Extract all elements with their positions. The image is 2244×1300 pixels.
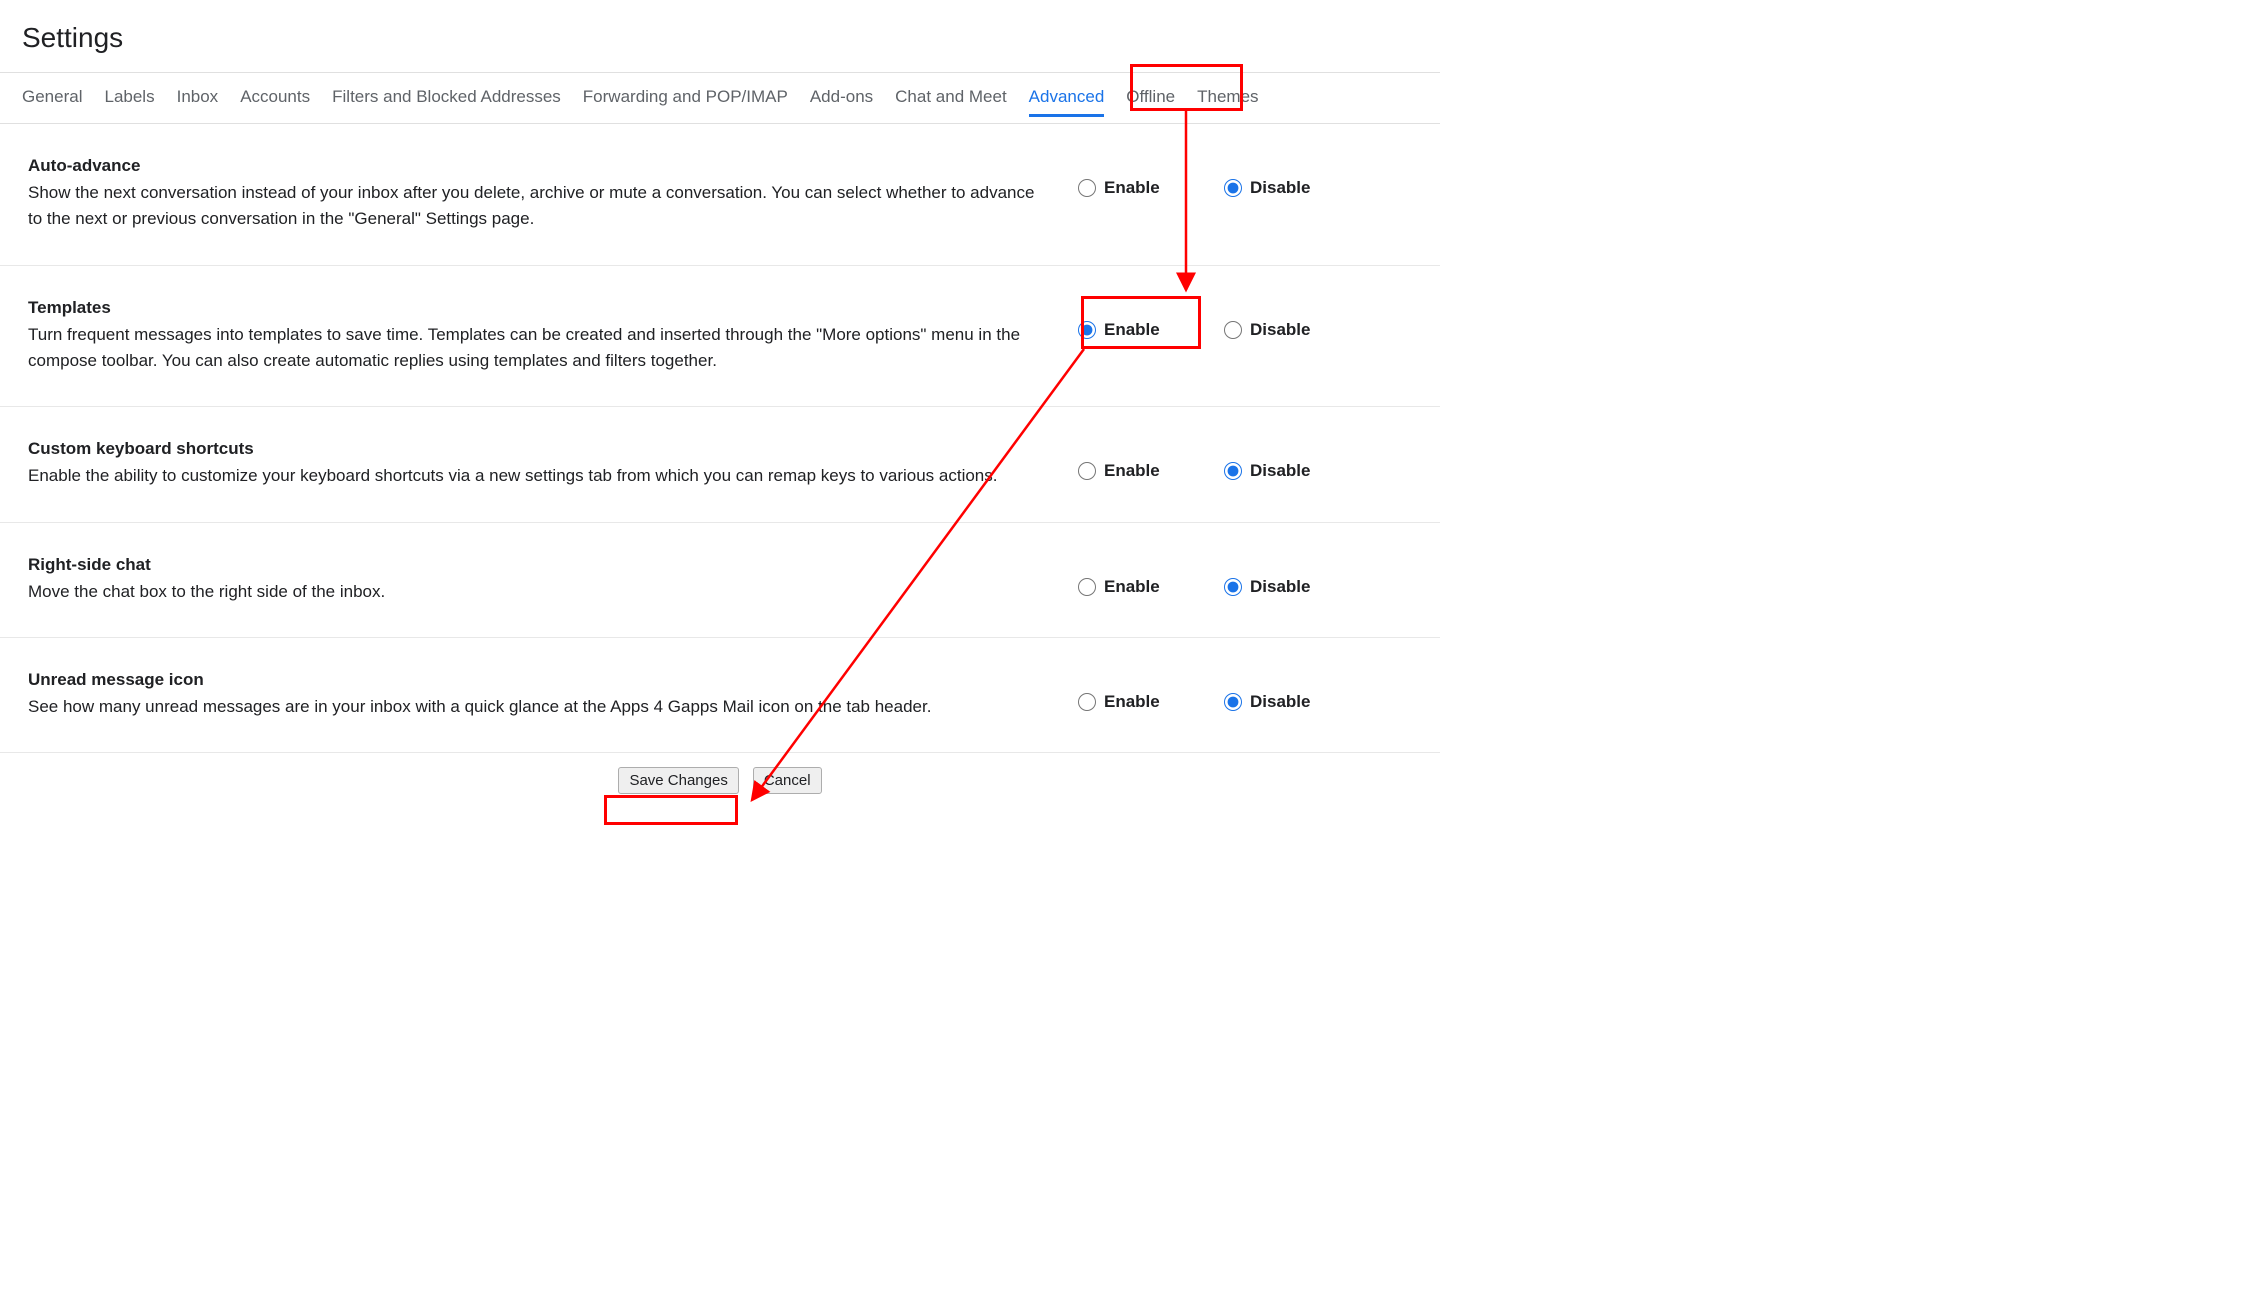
tab-advanced[interactable]: Advanced — [1029, 87, 1105, 109]
setting-description: Enable the ability to customize your key… — [28, 463, 1038, 489]
save-button[interactable]: Save Changes — [618, 767, 738, 794]
setting-title: Templates — [28, 298, 1038, 318]
tab-inbox[interactable]: Inbox — [177, 87, 219, 109]
setting-row: Templates Turn frequent messages into tem… — [0, 266, 1440, 408]
disable-label: Disable — [1250, 178, 1310, 198]
disable-radio[interactable] — [1224, 179, 1242, 197]
tab-forwarding-and-pop-imap[interactable]: Forwarding and POP/IMAP — [583, 87, 788, 109]
tab-general[interactable]: General — [22, 87, 82, 109]
disable-option[interactable]: Disable — [1224, 577, 1330, 597]
disable-option[interactable]: Disable — [1224, 320, 1330, 340]
enable-label: Enable — [1104, 178, 1160, 198]
setting-title: Right-side chat — [28, 555, 1038, 575]
tab-offline[interactable]: Offline — [1126, 87, 1175, 109]
enable-label: Enable — [1104, 320, 1160, 340]
tabs-bar: General Labels Inbox Accounts Filters and Bl… — [0, 72, 1440, 124]
setting-description: Show the next conversation instead of yo… — [28, 180, 1038, 233]
tab-filters-and-blocked-addresses[interactable]: Filters and Blocked Addresses — [332, 87, 561, 109]
setting-row: Right-side chat Move the chat box to the … — [0, 523, 1440, 638]
enable-option[interactable]: Enable — [1078, 692, 1184, 712]
tab-themes[interactable]: Themes — [1197, 87, 1258, 109]
disable-label: Disable — [1250, 461, 1310, 481]
disable-label: Disable — [1250, 320, 1310, 340]
cancel-button[interactable]: Cancel — [753, 767, 822, 794]
tab-accounts[interactable]: Accounts — [240, 87, 310, 109]
tab-add-ons[interactable]: Add-ons — [810, 87, 873, 109]
enable-option[interactable]: Enable — [1078, 577, 1184, 597]
setting-title: Custom keyboard shortcuts — [28, 439, 1038, 459]
enable-radio[interactable] — [1078, 179, 1096, 197]
enable-label: Enable — [1104, 692, 1160, 712]
tab-labels[interactable]: Labels — [104, 87, 154, 109]
enable-option[interactable]: Enable — [1078, 461, 1184, 481]
setting-title: Unread message icon — [28, 670, 1038, 690]
disable-radio[interactable] — [1224, 462, 1242, 480]
setting-description: See how many unread messages are in your… — [28, 694, 1038, 720]
disable-radio[interactable] — [1224, 321, 1242, 339]
enable-radio[interactable] — [1078, 578, 1096, 596]
enable-label: Enable — [1104, 461, 1160, 481]
enable-option[interactable]: Enable — [1078, 178, 1184, 198]
setting-title: Auto-advance — [28, 156, 1038, 176]
setting-description: Move the chat box to the right side of t… — [28, 579, 1038, 605]
disable-option[interactable]: Disable — [1224, 461, 1330, 481]
disable-radio[interactable] — [1224, 578, 1242, 596]
enable-radio[interactable] — [1078, 693, 1096, 711]
setting-row: Auto-advance Show the next conversation i… — [0, 124, 1440, 266]
disable-option[interactable]: Disable — [1224, 178, 1330, 198]
tab-chat-and-meet[interactable]: Chat and Meet — [895, 87, 1007, 109]
enable-option[interactable]: Enable — [1078, 320, 1184, 340]
setting-description: Turn frequent messages into templates to… — [28, 322, 1038, 375]
disable-option[interactable]: Disable — [1224, 692, 1330, 712]
enable-radio[interactable] — [1078, 462, 1096, 480]
buttons-row: Save Changes Cancel — [0, 753, 1440, 824]
enable-radio[interactable] — [1078, 321, 1096, 339]
setting-row: Custom keyboard shortcuts Enable the abil… — [0, 407, 1440, 522]
disable-label: Disable — [1250, 692, 1310, 712]
disable-radio[interactable] — [1224, 693, 1242, 711]
setting-row: Unread message icon See how many unread m… — [0, 638, 1440, 753]
enable-label: Enable — [1104, 577, 1160, 597]
page-title: Settings — [0, 0, 1440, 72]
disable-label: Disable — [1250, 577, 1310, 597]
